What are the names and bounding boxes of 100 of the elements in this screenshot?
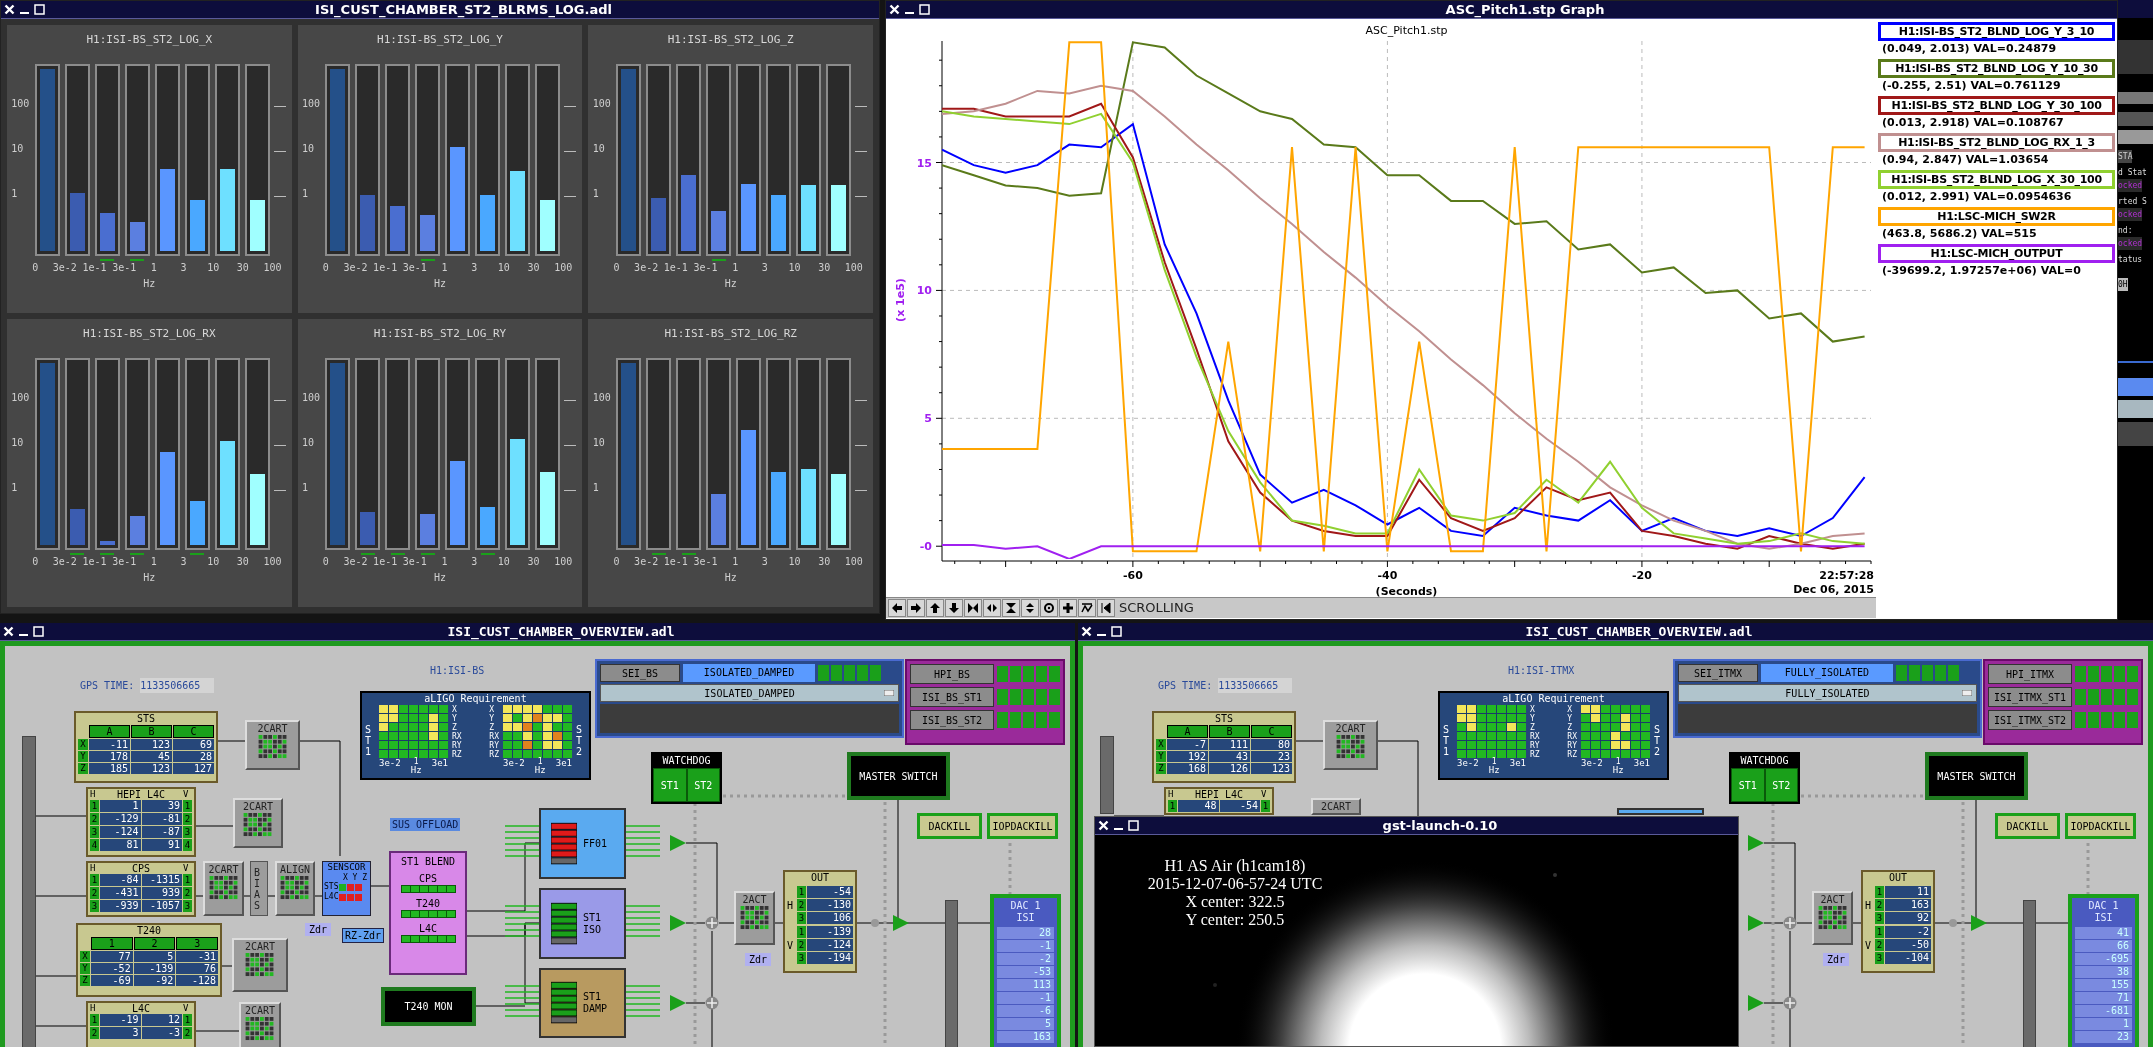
- row-header: 1: [1261, 800, 1270, 812]
- axis-label: V: [183, 789, 190, 800]
- table-cell: 163: [1885, 899, 1931, 911]
- subsystem-button[interactable]: ISI_BS_ST1: [910, 687, 994, 707]
- target-icon[interactable]: [1040, 599, 1058, 617]
- blend-block[interactable]: ST1 BLEND CPS T240 L4C: [389, 851, 467, 975]
- kill-button[interactable]: DACKILL: [1995, 813, 2060, 839]
- subsystem-button[interactable]: ISI_ITMX_ST1: [1988, 687, 2072, 707]
- sensor-correction-block[interactable]: SENSCOR X Y Z STS L4C: [322, 861, 371, 916]
- table-cell: -31: [176, 951, 218, 962]
- frequency-label: 3e-1: [402, 555, 427, 569]
- slider-track[interactable]: [1100, 736, 1114, 814]
- close-icon[interactable]: [4, 4, 15, 15]
- table-cell: 77: [91, 951, 133, 962]
- filter-block[interactable]: FF01: [539, 808, 626, 879]
- stage-button[interactable]: ST1: [1731, 768, 1765, 802]
- arrow-right-icon[interactable]: [907, 599, 925, 617]
- triangle-icon: [670, 915, 686, 931]
- legend-label: H1:LSC-MICH_SW2R: [1878, 207, 2115, 226]
- connector-line: [35, 975, 77, 977]
- arrow-left-icon[interactable]: [888, 599, 906, 617]
- subsystem-button[interactable]: HPI_BS: [910, 664, 994, 684]
- maximize-icon[interactable]: [34, 4, 45, 15]
- signal-lines: [504, 985, 540, 1017]
- signal-lines: [504, 825, 540, 857]
- table-cell: -92: [133, 975, 176, 986]
- triangle-icon: [1748, 835, 1764, 851]
- tick-label: 10: [916, 284, 932, 298]
- dof-label: RY: [452, 741, 462, 750]
- window-title: ISI_CUST_CHAMBER_ST2_BLRMS_LOG.adl: [315, 1, 612, 18]
- transform-block[interactable]: 2CART: [203, 861, 244, 916]
- close-icon[interactable]: [1081, 626, 1092, 637]
- monitor-button[interactable]: T240 MON: [381, 987, 476, 1026]
- kill-button[interactable]: IOPDACKILL: [987, 813, 1058, 839]
- panel-title: ISI: [2094, 912, 2113, 924]
- maximize-icon[interactable]: [33, 626, 44, 637]
- signal-lines: [625, 825, 661, 857]
- triangle-icon: [893, 915, 909, 931]
- plus-icon[interactable]: [1059, 599, 1077, 617]
- transform-block[interactable]: 2CART: [239, 1002, 281, 1047]
- filter-block[interactable]: ST1 DAMP: [539, 968, 626, 1038]
- column-header: 1: [91, 937, 133, 950]
- subsystem-button[interactable]: ISI_ITMX_ST2: [1988, 710, 2072, 730]
- gps-time-field: 1133506665: [1218, 678, 1293, 693]
- legend-reading: (463.8, 5686.2) VAL=515: [1881, 226, 2038, 241]
- stage-button[interactable]: ST2: [686, 768, 720, 802]
- arrow-up-icon[interactable]: [926, 599, 944, 617]
- node-button[interactable]: SEI_ITMX: [1678, 664, 1758, 682]
- table-cell: -1057: [141, 900, 182, 912]
- transform-block[interactable]: ALIGN: [275, 861, 315, 916]
- connector-line: [195, 1030, 240, 1032]
- window-text: nd:: [2118, 225, 2133, 237]
- scale-label: 10: [11, 143, 24, 155]
- table-cell: 126: [1209, 763, 1250, 774]
- window-title: ISI_CUST_CHAMBER_OVERVIEW.adl: [447, 623, 675, 640]
- bias-block[interactable]: BIAS: [250, 861, 268, 916]
- transform-block[interactable]: 2CART: [1323, 720, 1378, 770]
- master-switch-button[interactable]: MASTER SWITCH: [1925, 752, 2028, 800]
- slider-track[interactable]: [945, 900, 958, 1047]
- slider-track[interactable]: [22, 736, 36, 1047]
- step-back-icon[interactable]: [1097, 599, 1115, 617]
- hourglass-icon[interactable]: [1002, 599, 1020, 617]
- close-icon[interactable]: [889, 4, 900, 15]
- maximize-icon[interactable]: [1111, 626, 1122, 637]
- kill-button[interactable]: IOPDACKILL: [2065, 813, 2136, 839]
- transform-block[interactable]: 2CART: [232, 938, 288, 992]
- request-dropdown[interactable]: ISOLATED_DAMPED: [600, 684, 899, 702]
- filter-block[interactable]: ST1 ISO: [539, 888, 626, 959]
- transform-block[interactable]: 2CART: [245, 720, 300, 770]
- transform-block[interactable]: 2CART: [1311, 798, 1361, 815]
- table-cell: 28: [997, 927, 1054, 939]
- tick-label: 15: [916, 156, 932, 170]
- kill-button[interactable]: DACKILL: [917, 813, 982, 839]
- slider-track[interactable]: [2023, 900, 2036, 1047]
- close-icon[interactable]: [1098, 820, 1109, 831]
- dof-label: Z: [489, 723, 495, 732]
- request-dropdown[interactable]: FULLY_ISOLATED: [1678, 684, 1977, 702]
- transform-block[interactable]: 2ACT: [1812, 891, 1853, 945]
- master-switch-button[interactable]: MASTER SWITCH: [847, 752, 950, 800]
- updown-arrows-icon[interactable]: [1021, 599, 1039, 617]
- maximize-icon[interactable]: [919, 4, 930, 15]
- transform-block[interactable]: 2ACT: [734, 891, 775, 945]
- stage-button[interactable]: ST2: [1764, 768, 1798, 802]
- stage-button[interactable]: ST1: [653, 768, 687, 802]
- waveform-icon[interactable]: [1078, 599, 1096, 617]
- window-text: 0H: [2118, 278, 2128, 291]
- subsystem-button[interactable]: HPI_ITMX: [1988, 664, 2072, 684]
- filter-block[interactable]: [1617, 808, 1704, 815]
- subsystem-button[interactable]: ISI_BS_ST2: [910, 710, 994, 730]
- node-button[interactable]: SEI_BS: [600, 664, 680, 682]
- panel-title: H1:ISI-BS_ST2_LOG_RX: [83, 327, 216, 340]
- maximize-icon[interactable]: [1128, 820, 1139, 831]
- close-icon[interactable]: [3, 626, 14, 637]
- column-header: C: [1251, 725, 1292, 738]
- bowtie-icon[interactable]: [964, 599, 982, 617]
- arrow-down-icon[interactable]: [945, 599, 963, 617]
- diamond-arrows-icon[interactable]: [983, 599, 1001, 617]
- window-text: STA: [2118, 150, 2133, 163]
- block-label: BIAS: [254, 866, 262, 911]
- transform-block[interactable]: 2CART: [233, 798, 283, 848]
